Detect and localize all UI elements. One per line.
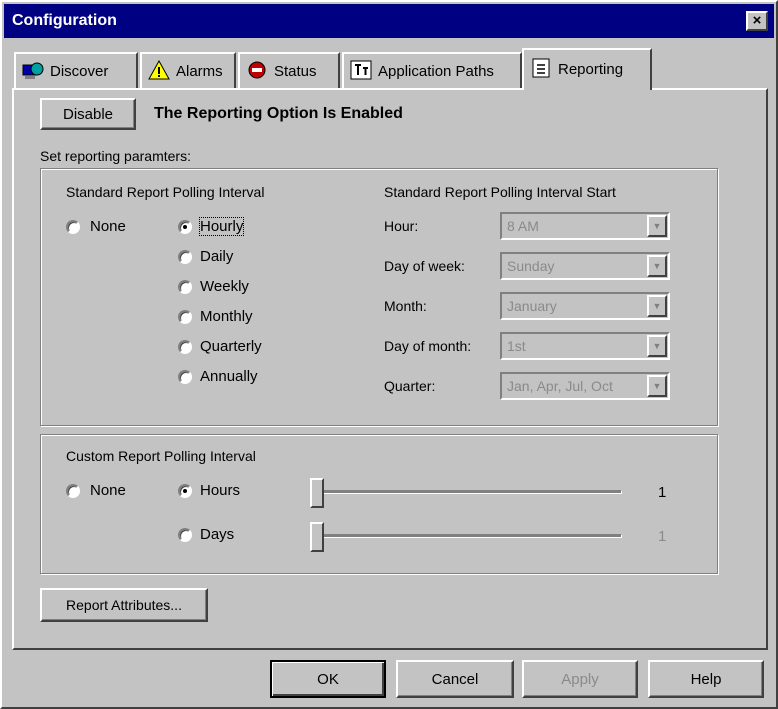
annually-label: Annually (200, 368, 258, 385)
reporting-status-text: The Reporting Option Is Enabled (154, 105, 403, 122)
daily-radio[interactable] (178, 250, 192, 264)
weekly-label: Weekly (200, 278, 249, 295)
hours-slider[interactable] (310, 478, 324, 508)
hours-value: 1 (658, 484, 667, 501)
quarter-label: Quarter: (384, 378, 436, 394)
tab-alarms[interactable]: Alarms (140, 52, 236, 88)
days-radio[interactable] (178, 528, 192, 542)
disable-button-label: Disable (62, 106, 114, 123)
set-parameters-label: Set reporting paramters: (40, 148, 191, 164)
apply-button[interactable]: Apply (522, 660, 638, 698)
tab-label: Status (274, 63, 317, 80)
days-slider-track (310, 534, 622, 538)
discover-icon (22, 62, 44, 79)
hour-select-value: 8 AM (507, 218, 539, 234)
day-of-week-label: Day of week: (384, 258, 465, 274)
quarterly-label: Quarterly (200, 338, 262, 355)
tab-reporting[interactable]: Reporting (522, 48, 652, 90)
hours-label: Hours (200, 482, 241, 499)
day-of-month-select-value: 1st (507, 338, 526, 354)
help-button-label: Help (690, 671, 722, 688)
quarter-select-value: Jan, Apr, Jul, Oct (507, 378, 613, 394)
month-select-value: January (507, 298, 557, 314)
close-icon: × (752, 12, 762, 29)
hour-label: Hour: (384, 218, 419, 234)
monthly-label: Monthly (200, 308, 253, 325)
tab-status[interactable]: Status (238, 52, 340, 88)
custom-none-radio[interactable] (66, 484, 80, 498)
reporting-icon (532, 58, 550, 78)
days-slider[interactable] (310, 522, 324, 552)
tab-label: Alarms (176, 63, 223, 80)
apply-button-label: Apply (561, 671, 599, 688)
standard-none-radio[interactable] (66, 220, 80, 234)
standard-interval-title: Standard Report Polling Interval (66, 184, 265, 200)
chevron-down-icon: ▼ (647, 295, 667, 317)
cancel-button-label: Cancel (431, 671, 479, 688)
monthly-radio[interactable] (178, 310, 192, 324)
day-of-week-select[interactable]: Sunday ▼ (500, 252, 670, 280)
weekly-radio[interactable] (178, 280, 192, 294)
custom-interval-title: Custom Report Polling Interval (66, 448, 256, 464)
cancel-button[interactable]: Cancel (396, 660, 514, 698)
ok-button[interactable]: OK (270, 660, 386, 698)
hours-slider-track (310, 490, 622, 494)
quarter-select[interactable]: Jan, Apr, Jul, Oct ▼ (500, 372, 670, 400)
day-of-week-select-value: Sunday (507, 258, 555, 274)
chevron-down-icon: ▼ (647, 335, 667, 357)
custom-none-label: None (90, 482, 126, 499)
alarms-icon (148, 60, 170, 80)
ok-button-label: OK (317, 671, 339, 688)
configuration-dialog: Configuration × Discover Alarms Status A… (0, 0, 778, 709)
chevron-down-icon: ▼ (647, 255, 667, 277)
chevron-down-icon: ▼ (647, 375, 667, 397)
disable-button[interactable]: Disable (40, 98, 136, 130)
day-of-month-label: Day of month: (384, 338, 472, 354)
hour-select[interactable]: 8 AM ▼ (500, 212, 670, 240)
month-label: Month: (384, 298, 427, 314)
days-value: 1 (658, 528, 667, 545)
days-label: Days (200, 526, 235, 543)
chevron-down-icon: ▼ (647, 215, 667, 237)
tab-label: Reporting (558, 61, 624, 78)
close-button[interactable]: × (746, 11, 768, 31)
title-bar: Configuration × (4, 4, 774, 38)
window-title: Configuration (12, 12, 117, 29)
standard-none-label: None (90, 218, 126, 235)
tab-application-paths[interactable]: Application Paths (342, 52, 522, 88)
annually-radio[interactable] (178, 370, 192, 384)
tab-label: Application Paths (378, 63, 494, 80)
report-attributes-label: Report Attributes... (66, 597, 182, 613)
help-button[interactable]: Help (648, 660, 764, 698)
interval-start-title: Standard Report Polling Interval Start (384, 184, 616, 200)
hours-radio[interactable] (178, 484, 192, 498)
application-paths-icon (350, 60, 372, 80)
day-of-month-select[interactable]: 1st ▼ (500, 332, 670, 360)
report-attributes-button[interactable]: Report Attributes... (40, 588, 208, 622)
hourly-label: Hourly (198, 217, 245, 236)
tab-label: Discover (50, 63, 109, 80)
tab-discover[interactable]: Discover (14, 52, 138, 88)
hourly-radio[interactable] (178, 220, 192, 234)
quarterly-radio[interactable] (178, 340, 192, 354)
daily-label: Daily (200, 248, 234, 265)
month-select[interactable]: January ▼ (500, 292, 670, 320)
status-icon (248, 61, 266, 79)
